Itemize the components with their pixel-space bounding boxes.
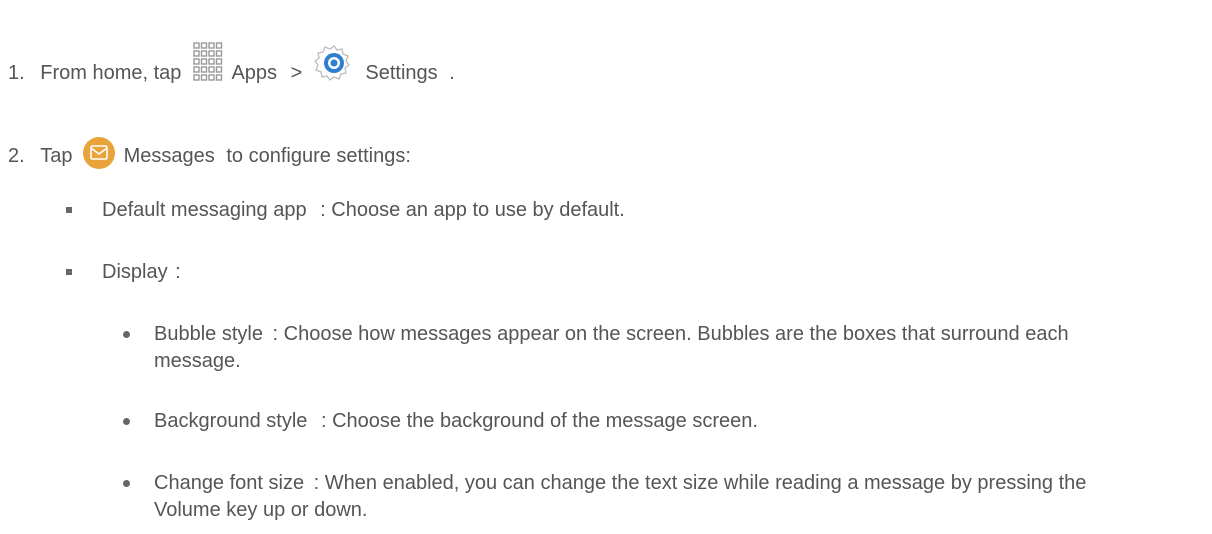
- square-bullet-icon: [66, 207, 72, 213]
- step-1: 1. From home, tap Apps > Settings .: [8, 42, 455, 90]
- step-1-period: .: [449, 62, 455, 84]
- round-bullet-icon: [123, 418, 130, 425]
- round-bullet-icon: [123, 480, 130, 487]
- step-2: 2. Tap Messages to configure settings:: [8, 136, 411, 177]
- settings-label: Settings: [365, 62, 438, 84]
- step-text: From home, tap: [40, 62, 182, 84]
- step-number: 1.: [8, 62, 25, 84]
- square-bullet-icon: [66, 269, 72, 275]
- messages-label: Messages: [123, 145, 215, 167]
- step-number: 2.: [8, 145, 25, 167]
- step-text-after: to configure settings:: [226, 145, 411, 167]
- option-desc: :: [175, 261, 181, 283]
- display-option-term: Background style: [154, 410, 308, 432]
- option-term: Default messaging app: [102, 199, 307, 221]
- arrow-separator: >: [290, 62, 303, 84]
- settings-gear-icon: [313, 43, 354, 90]
- option-term: Display: [102, 261, 168, 283]
- display-option-term: Bubble style: [154, 323, 263, 345]
- option-desc: : Choose an app to use by default.: [320, 199, 625, 221]
- apps-label: Apps: [231, 62, 278, 84]
- display-option-term: Change font size: [154, 472, 305, 494]
- messages-icon: [82, 136, 116, 177]
- display-option-desc: : Choose how messages appear on the scre…: [154, 323, 1069, 372]
- round-bullet-icon: [123, 331, 130, 338]
- apps-grid-icon: [193, 42, 223, 89]
- step-text: Tap: [40, 145, 73, 167]
- display-option-desc: : Choose the background of the message s…: [320, 410, 758, 432]
